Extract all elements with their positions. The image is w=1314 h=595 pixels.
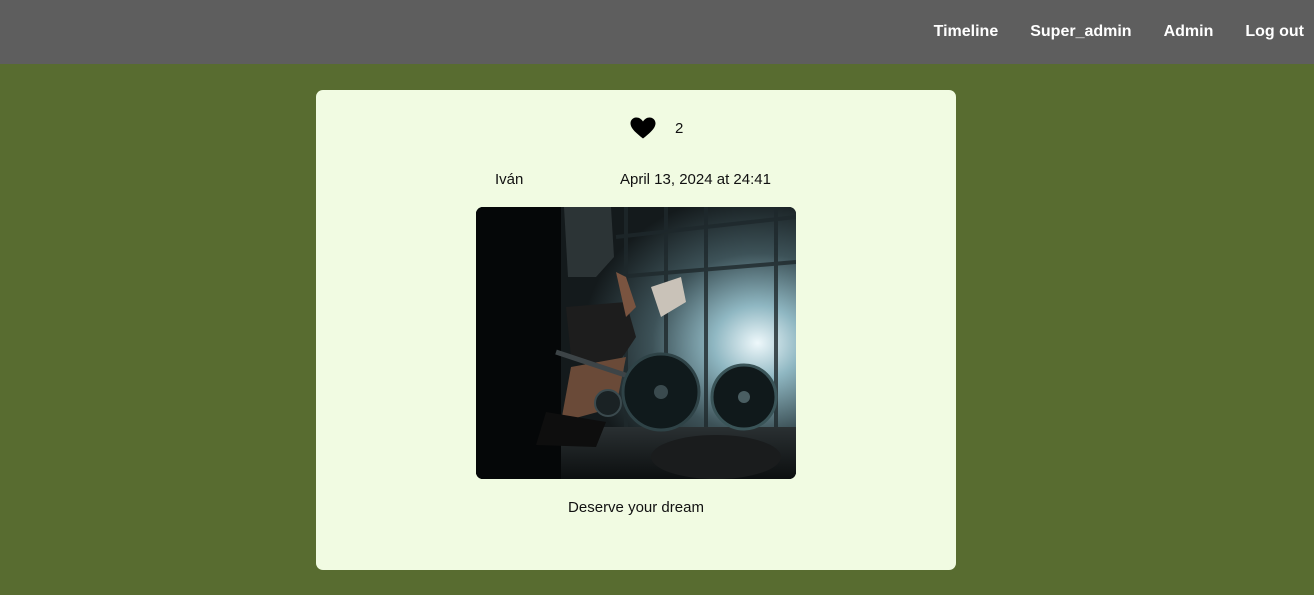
main-nav: Timeline Super_admin Admin Log out [902, 0, 1304, 64]
post-caption: Deserve your dream [568, 499, 704, 516]
nav-link-super-admin[interactable]: Super_admin [1030, 23, 1131, 41]
post-date: April 13, 2024 at 24:41 [620, 171, 771, 188]
nav-link-log-out[interactable]: Log out [1245, 23, 1304, 41]
top-navbar: Timeline Super_admin Admin Log out [0, 0, 1314, 64]
post-image [476, 207, 796, 479]
heart-icon[interactable] [630, 117, 656, 139]
nav-link-timeline[interactable]: Timeline [934, 23, 999, 41]
like-count: 2 [675, 120, 684, 137]
post-author: Iván [495, 171, 524, 188]
nav-link-admin[interactable]: Admin [1164, 23, 1214, 41]
